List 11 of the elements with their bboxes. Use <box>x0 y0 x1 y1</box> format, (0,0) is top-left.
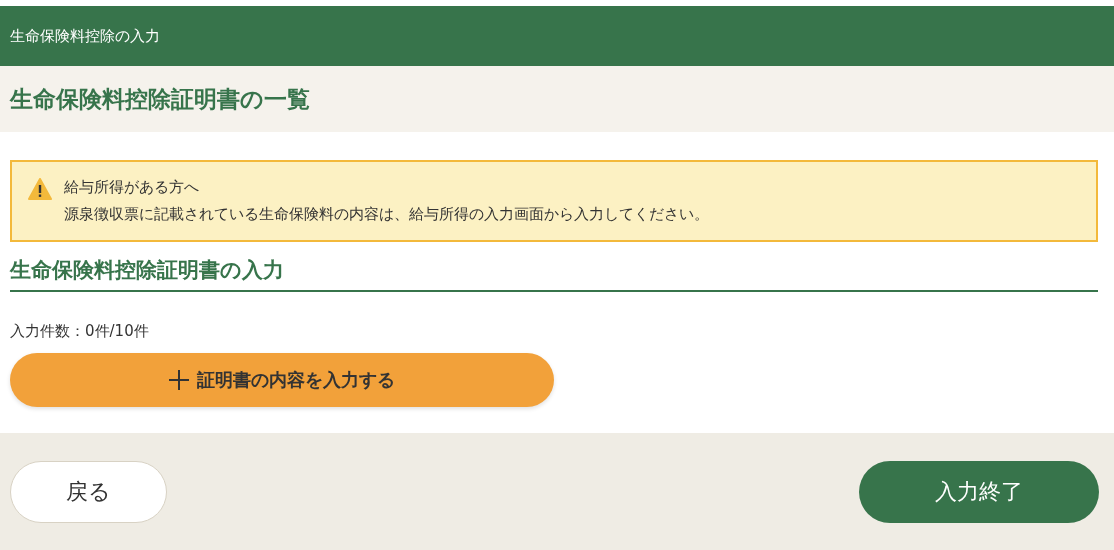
page-title: 生命保険料控除証明書の一覧 <box>10 84 310 114</box>
notice-text: 源泉徴収票に記載されている生命保険料の内容は、給与所得の入力画面から入力してください。 <box>64 205 709 224</box>
finish-button[interactable]: 入力終了 <box>859 460 1099 523</box>
warning-icon <box>28 178 52 200</box>
notice-title: 給与所得がある方へ <box>64 178 200 197</box>
section-title: 生命保険料控除証明書の入力 <box>10 256 1098 292</box>
entry-count: 入力件数：0件/10件 <box>10 322 149 341</box>
back-button[interactable]: 戻る <box>10 460 167 523</box>
header-title: 生命保険料控除の入力 <box>10 26 160 46</box>
add-certificate-button[interactable]: 証明書の内容を入力する <box>10 353 554 407</box>
plus-icon <box>169 370 189 390</box>
